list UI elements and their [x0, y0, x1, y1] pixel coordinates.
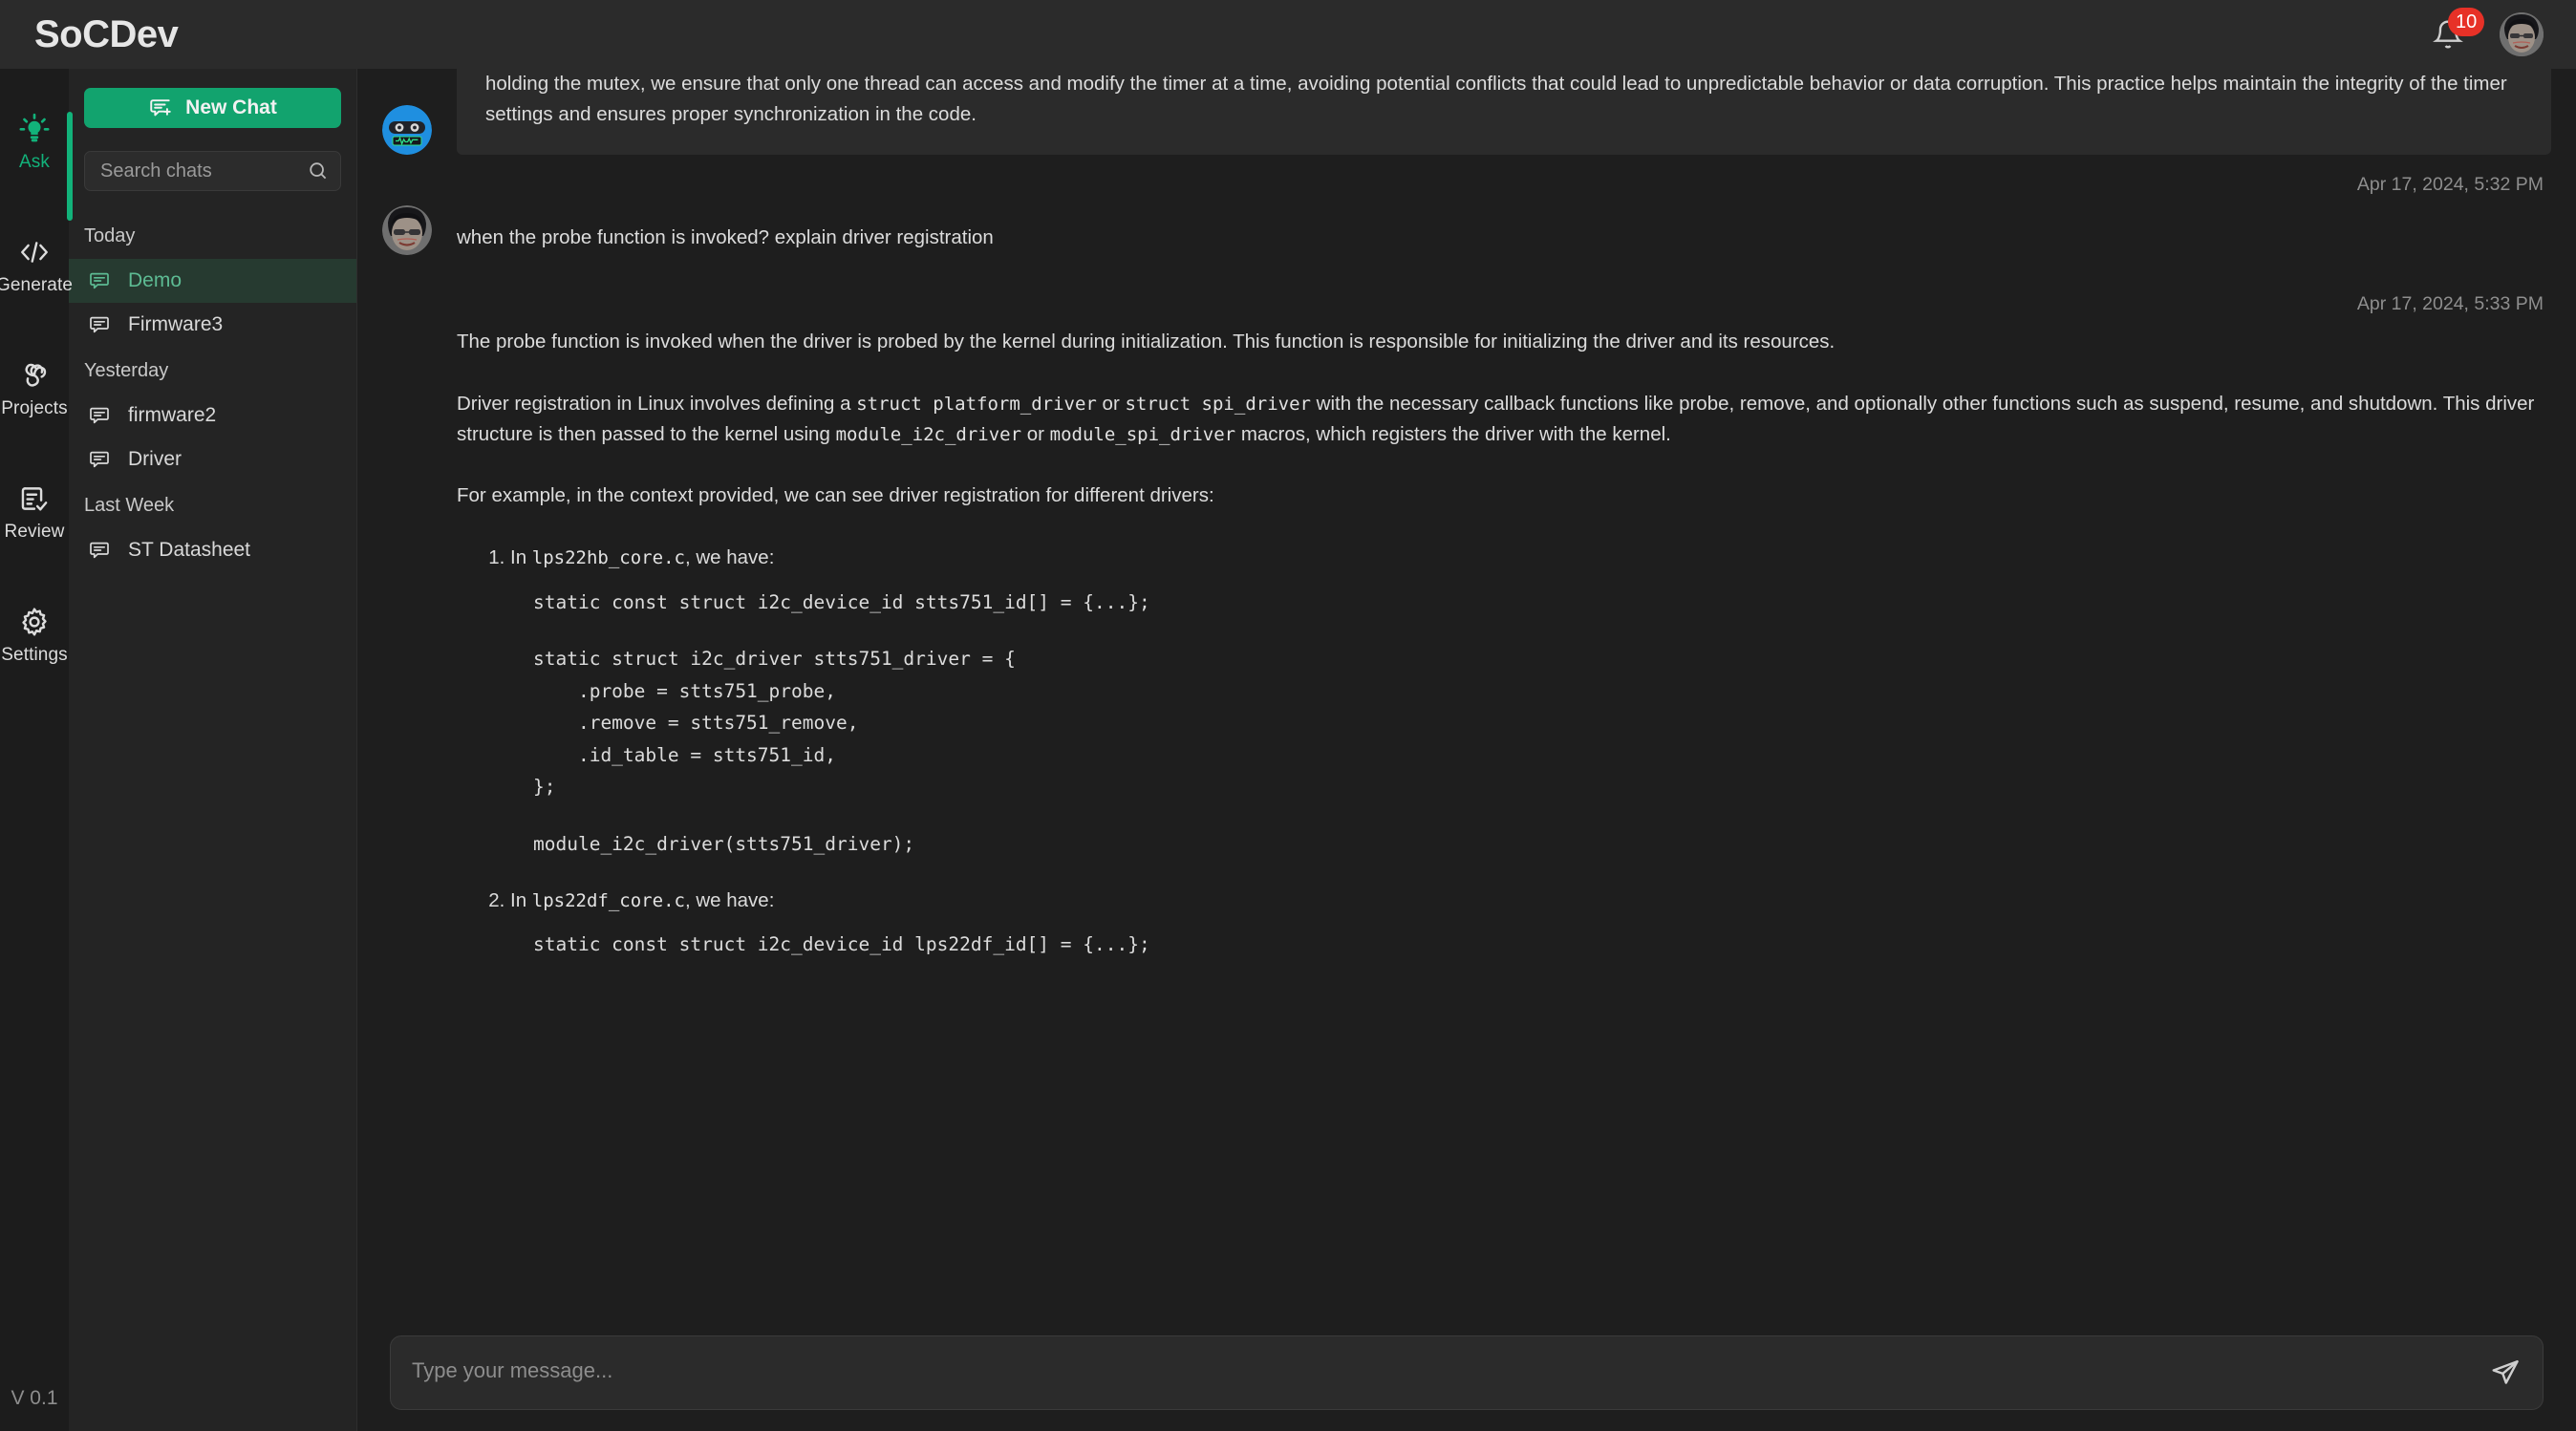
version-label: V 0.1: [11, 1387, 58, 1409]
new-message-icon: [150, 99, 171, 117]
nav-item-generate[interactable]: Generate: [0, 224, 73, 304]
nav-label-settings: Settings: [1, 645, 68, 665]
app-title: SoCDev: [34, 12, 179, 55]
example-2-intro: In: [510, 888, 532, 911]
code-block-1: static const struct i2c_device_id stts75…: [533, 590, 1150, 613]
example-1-intro: In: [510, 546, 532, 569]
driver-example-1: In lps22hb_core.c, we have: static const…: [510, 543, 2551, 860]
bot-message-bubble: holding the mutex, we ensure that only o…: [457, 69, 2551, 155]
inline-code-platform-driver: struct platform_driver: [856, 393, 1097, 415]
nav-item-settings[interactable]: Settings: [0, 594, 69, 673]
chat-bubble-icon: [90, 272, 109, 289]
new-chat-label: New Chat: [185, 96, 277, 118]
notification-badge: 10: [2448, 8, 2485, 36]
chat-list-panel: New Chat Today Demo: [69, 69, 357, 1431]
answer-paragraph-2: Driver registration in Linux involves de…: [457, 389, 2551, 450]
thread-bottom-fade: [357, 1295, 2576, 1320]
send-icon: [2492, 1360, 2519, 1384]
nav-item-review[interactable]: Review: [0, 471, 69, 550]
answer-timestamp: Apr 17, 2024, 5:33 PM: [2356, 293, 2544, 314]
document-check-icon: [21, 487, 48, 511]
message-input[interactable]: [391, 1336, 2468, 1407]
nav-item-ask[interactable]: Ask: [0, 101, 69, 181]
code-brackets-icon: [21, 242, 48, 263]
answer-p2-e: macros, which registers the driver with …: [1235, 422, 1671, 445]
composer-box: [390, 1335, 2544, 1410]
user-avatar-image: [2500, 12, 2544, 56]
inline-code-lps22hb: lps22hb_core.c: [531, 547, 685, 569]
chat-bubble-icon: [90, 542, 109, 559]
chat-group-label: Last Week: [84, 495, 175, 516]
app-window: SoCDev 10 Ask Generate Projects Review S…: [0, 0, 2576, 1431]
send-button[interactable]: [2468, 1336, 2543, 1409]
notifications-button[interactable]: 10: [2427, 8, 2485, 55]
pinwheel-icon: [25, 363, 47, 387]
assistant-answer: The probe function is invoked when the d…: [457, 327, 2551, 986]
app-body: Ask Generate Projects Review Settings V …: [0, 69, 2576, 1431]
inline-code-module-i2c-driver: module_i2c_driver: [835, 423, 1022, 445]
search-chats-wrapper: [84, 151, 341, 191]
bot-message-text: holding the mutex, we ensure that only o…: [485, 73, 2507, 125]
chat-item-label: Demo: [128, 269, 182, 291]
avatar[interactable]: [2500, 12, 2544, 56]
robot-avatar-icon: [382, 105, 432, 155]
nav-label-projects: Projects: [1, 398, 68, 418]
chat-group-label: Today: [84, 225, 136, 246]
chat-group-label: Yesterday: [84, 360, 169, 381]
chat-bubble-icon: [90, 451, 109, 468]
bot-avatar: [382, 105, 432, 155]
chat-bubble-icon: [90, 407, 109, 424]
chat-item-label: Firmware3: [128, 313, 224, 335]
nav-label-generate: Generate: [0, 275, 74, 295]
inline-code-module-spi-driver: module_spi_driver: [1049, 423, 1236, 445]
chat-item-driver[interactable]: Driver: [69, 438, 356, 481]
answer-p2-b: or: [1096, 392, 1126, 415]
chat-item-firmware2[interactable]: firmware2: [69, 394, 356, 438]
code-block-4: static const struct i2c_device_id lps22d…: [533, 933, 1150, 956]
search-input[interactable]: [84, 151, 341, 191]
nav-label-review: Review: [4, 522, 65, 542]
example-2-outro: , we have:: [684, 888, 775, 911]
primary-nav-rail: Ask Generate Projects Review Settings V …: [0, 69, 73, 1431]
message-assistant: The probe function is invoked when the d…: [382, 327, 2551, 986]
code-block-3: module_i2c_driver(stts751_driver);: [533, 833, 915, 856]
chat-item-label: ST Datasheet: [128, 539, 251, 561]
user-avatar: [382, 205, 432, 255]
chat-bubble-icon: [90, 316, 109, 333]
lightbulb-icon: [19, 113, 50, 142]
driver-examples-list: In lps22hb_core.c, we have: static const…: [510, 543, 2551, 961]
answer-paragraph-1: The probe function is invoked when the d…: [457, 331, 1835, 352]
inline-code-spi-driver: struct spi_driver: [1125, 393, 1311, 415]
new-chat-button[interactable]: New Chat: [84, 88, 341, 128]
conversation-panel: holding the mutex, we ensure that only o…: [357, 69, 2576, 1431]
composer: [357, 1320, 2576, 1431]
example-1-outro: , we have:: [684, 546, 775, 569]
chat-item-st-datasheet[interactable]: ST Datasheet: [69, 528, 356, 572]
chat-item-label: Driver: [128, 448, 182, 470]
answer-p2-d: or: [1021, 422, 1050, 445]
user-avatar-image: [382, 205, 432, 255]
chat-item-label: firmware2: [128, 404, 217, 426]
chat-item-firmware3[interactable]: Firmware3: [69, 303, 356, 347]
inline-code-lps22df: lps22df_core.c: [531, 889, 685, 911]
code-block-2: static struct i2c_driver stts751_driver …: [533, 648, 1016, 799]
message-user: when the probe function is invoked? expl…: [382, 205, 2551, 255]
answer-p2-a: Driver registration in Linux involves de…: [457, 392, 857, 415]
chat-history-list: Today Demo Firmware3 Yesterday firmware2…: [69, 212, 356, 572]
message-thread[interactable]: holding the mutex, we ensure that only o…: [357, 69, 2576, 1320]
app-header: SoCDev 10: [0, 0, 2576, 69]
header-actions: 10: [2427, 8, 2544, 56]
chat-item-demo[interactable]: Demo: [69, 259, 356, 303]
nav-label-ask: Ask: [19, 152, 50, 172]
nav-item-projects[interactable]: Projects: [0, 348, 69, 427]
message-bot-previous: holding the mutex, we ensure that only o…: [382, 69, 2551, 155]
gear-icon: [22, 608, 47, 636]
user-message-text: when the probe function is invoked? expl…: [457, 226, 994, 248]
driver-example-2: In lps22df_core.c, we have: static const…: [510, 886, 2551, 961]
answer-paragraph-3: For example, in the context provided, we…: [457, 484, 1214, 507]
user-message-timestamp: Apr 17, 2024, 5:32 PM: [2356, 174, 2544, 195]
